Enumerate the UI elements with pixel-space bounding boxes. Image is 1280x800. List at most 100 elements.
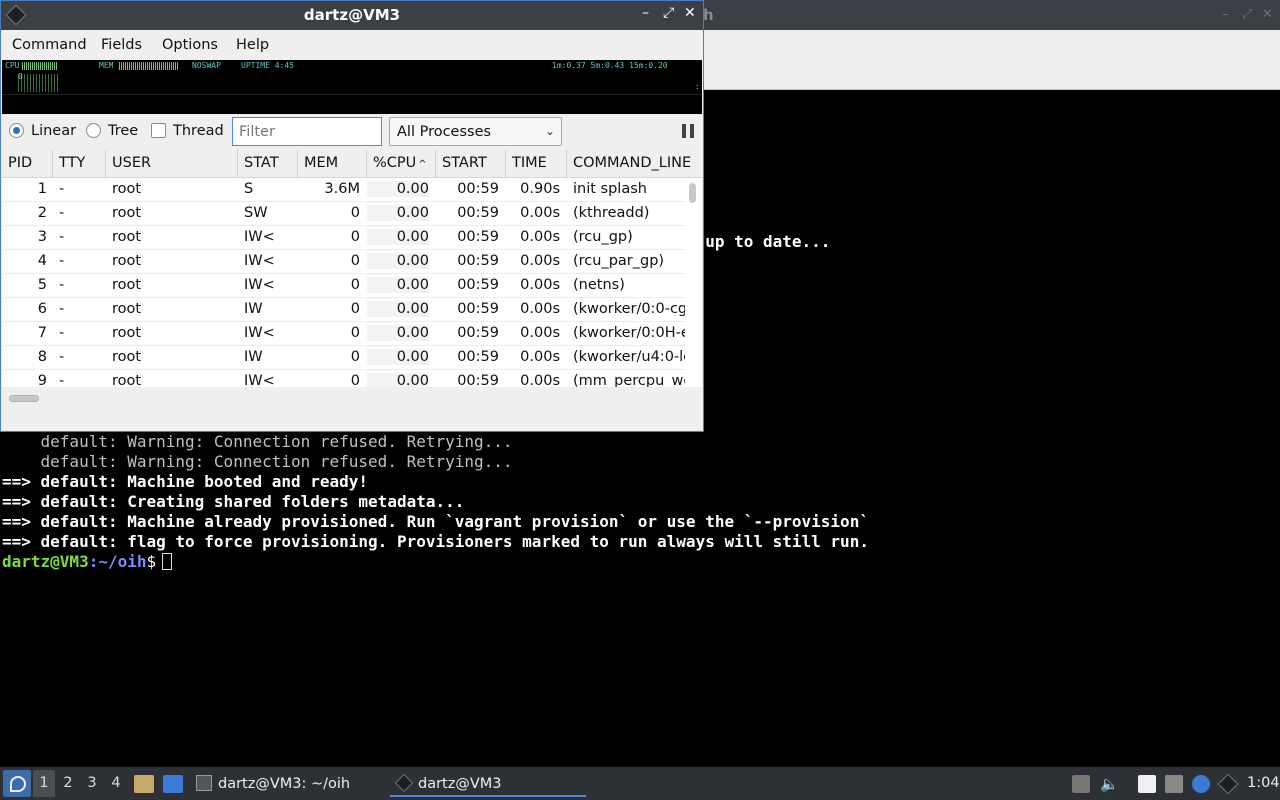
cell-stat: IW< [244,277,275,293]
maximize-icon[interactable]: ⤢ [663,5,674,21]
cell-time: 0.00s [520,325,560,341]
prompt-symbol: $ [146,552,157,571]
htop-titlebar[interactable]: dartz@VM3 – ⤢ ✕ [1,1,703,30]
process-filter-select[interactable]: All Processes ⌄ [389,117,562,146]
cell-command: (netns) [573,277,625,293]
cell-time: 0.00s [520,253,560,269]
cell-tty: - [59,181,65,197]
menu-fields[interactable]: Fields [101,37,142,53]
thread-label[interactable]: Thread [173,123,224,139]
column-pid[interactable]: PID [2,150,53,178]
desktop-2[interactable]: 2 [57,775,79,791]
process-table[interactable]: PID TTY USER STAT MEM %CPU ^ START TIME C… [2,150,702,408]
tree-label[interactable]: Tree [108,123,138,139]
updates-icon[interactable] [1072,775,1090,793]
desktop-3[interactable]: 3 [81,775,103,791]
cell-user: root [112,325,142,341]
cell-tty: - [59,301,65,317]
cell-stat: IW< [244,253,275,269]
process-filter-value: All Processes [397,124,492,140]
shell-prompt[interactable]: dartz@VM3:~/oih$ [2,552,173,572]
cell-cpu: 0.00 [367,229,429,245]
cell-user: root [112,349,142,365]
table-header: PID TTY USER STAT MEM %CPU ^ START TIME C… [2,150,702,178]
cell-user: root [112,277,142,293]
filter-input[interactable] [232,117,382,146]
linear-radio[interactable] [9,123,24,138]
table-row[interactable]: 4- root IW< 0 0.00 00:59 0.00s (rcu_par_gp) [2,250,686,274]
table-row[interactable]: 3- root IW< 0 0.00 00:59 0.00s (rcu_gp) [2,226,686,250]
table-row[interactable]: 5- root IW< 0 0.00 00:59 0.00s (netns) [2,274,686,298]
terminal-line: default: Warning: Connection refused. Re… [2,452,513,471]
column-start[interactable]: START [436,150,506,178]
cell-user: root [112,205,142,221]
cell-pid: 4 [37,253,47,269]
scrollbar-thumb[interactable] [9,395,39,402]
cell-start: 00:59 [457,253,499,269]
tree-radio[interactable] [86,123,101,138]
table-row[interactable]: 7- root IW< 0 0.00 00:59 0.00s (kworker/0:0H-e [2,322,686,346]
vertical-scrollbar[interactable] [689,183,696,203]
folder-icon[interactable] [134,775,154,793]
maximize-icon[interactable]: ⤢ [1242,7,1252,22]
close-icon[interactable]: ✕ [1262,7,1273,22]
uptime-meter: UPTIME 4:45 [241,61,294,70]
column-command-line[interactable]: COMMAND_LINE [567,150,702,178]
minimize-icon[interactable]: – [1222,7,1229,22]
cell-stat: IW [244,301,263,317]
task-terminal[interactable]: dartz@VM3: ~/oih [196,770,350,797]
desktop-4[interactable]: 4 [105,775,127,791]
cell-start: 00:59 [457,277,499,293]
cell-mem: 0 [350,277,360,293]
mem-meter-bar [119,62,179,70]
column-mem[interactable]: MEM [298,150,367,178]
cell-cpu: 0.00 [367,277,429,293]
cell-mem: 0 [350,325,360,341]
cell-pid: 8 [37,349,47,365]
cell-stat: SW [244,205,268,221]
menu-command[interactable]: Command [12,37,87,53]
start-menu-icon[interactable] [3,770,31,797]
terminal-line: ==> default: Machine already provisioned… [2,512,869,531]
cell-user: root [112,301,142,317]
column-cpu[interactable]: %CPU ^ [367,150,436,178]
cell-pid: 7 [37,325,47,341]
htop-window[interactable]: dartz@VM3 – ⤢ ✕ Command Fields Options H… [0,0,704,432]
meters-divider [2,94,702,95]
table-row[interactable]: 1- root S 3.6M 0.00 00:59 0.90s init splash [2,178,686,202]
background-window-title: h [703,6,714,24]
cell-user: root [112,181,142,197]
volume-icon[interactable]: 🔈 [1100,775,1119,793]
column-user[interactable]: USER [106,150,238,178]
menu-help[interactable]: Help [236,37,269,53]
close-icon[interactable]: ✕ [684,5,696,21]
column-stat[interactable]: STAT [238,150,298,178]
meters-panel: CPU MEM NOSWAP UPTIME 4:45 1m:0.37 5m:0.… [2,60,702,114]
thread-checkbox[interactable] [151,123,166,138]
task-label: dartz@VM3 [418,776,502,792]
linear-label[interactable]: Linear [31,123,76,139]
column-cpu-label: %CPU [373,155,417,171]
menu-options[interactable]: Options [162,37,218,53]
task-htop[interactable]: dartz@VM3 [390,770,586,797]
table-row[interactable]: 8- root IW 0 0.00 00:59 0.00s (kworker/u4:0-lc [2,346,686,370]
clock[interactable]: 1:04 [1247,775,1280,791]
pause-icon[interactable] [682,124,696,138]
clipboard-icon[interactable] [1138,775,1156,793]
cell-pid: 3 [37,229,47,245]
column-tty[interactable]: TTY [53,150,106,178]
cell-stat: S [244,181,254,197]
table-row[interactable]: 6- root IW 0 0.00 00:59 0.00s (kworker/0:0-cgr [2,298,686,322]
show-desktop-icon[interactable] [163,775,183,793]
notification-icon[interactable] [1192,775,1210,793]
cell-start: 00:59 [457,301,499,317]
cell-user: root [112,229,142,245]
htop-tray-icon[interactable] [1217,773,1239,795]
horizontal-scrollbar[interactable] [2,387,702,409]
column-time[interactable]: TIME [506,150,567,178]
minimize-icon[interactable]: – [642,5,649,21]
table-row[interactable]: 2- root SW 0 0.00 00:59 0.00s (kthreadd) [2,202,686,226]
network-icon[interactable] [1165,775,1183,793]
desktop-1[interactable]: 1 [33,770,55,797]
cpu-history-graph [18,74,60,92]
